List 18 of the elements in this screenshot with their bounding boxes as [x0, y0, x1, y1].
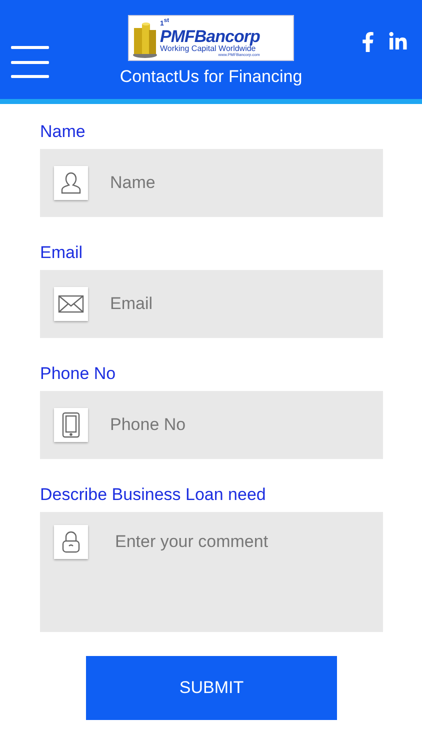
person-icon [60, 171, 82, 195]
logo-tagline: Working Capital Worldwide [160, 44, 256, 53]
field-label: Describe Business Loan need [40, 485, 267, 505]
lock-icon [62, 531, 80, 553]
envelope-icon [58, 295, 84, 313]
page-title: ContactUs for Financing [120, 67, 302, 87]
field-label: Phone No [40, 364, 117, 384]
comment-field[interactable]: Enter your comment [113, 525, 369, 565]
logo-brand: PMFBancorp [160, 28, 260, 45]
input-field[interactable]: Name [108, 172, 369, 194]
menu-button[interactable] [11, 46, 49, 78]
field-label: Name [40, 122, 86, 142]
input-field[interactable]: Phone No [108, 414, 369, 436]
phone-icon [62, 412, 80, 438]
linkedin-icon[interactable] [388, 32, 408, 52]
submit-button[interactable]: SUBMIT [86, 656, 337, 720]
input-field[interactable]: Email [108, 293, 369, 315]
field-label: Email [40, 243, 84, 263]
